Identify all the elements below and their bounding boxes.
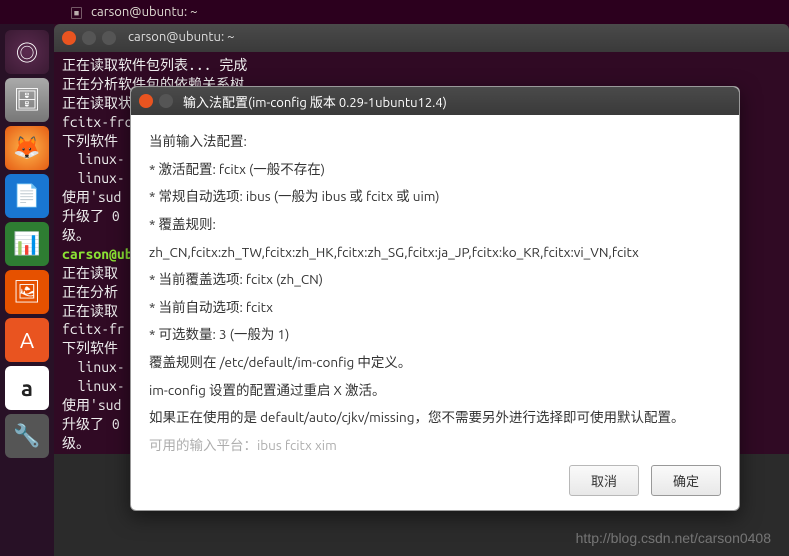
launcher-settings-icon[interactable]: 🔧 — [5, 414, 49, 458]
cancel-button[interactable]: 取消 — [569, 465, 639, 496]
terminal-titlebar[interactable]: carson@ubuntu: ~ — [54, 24, 789, 52]
ok-button[interactable]: 确定 — [651, 465, 721, 496]
launcher-dash-icon[interactable]: ◎ — [5, 30, 49, 74]
dialog-line: * 常规自动选项: ibus (一般为 ibus 或 fcitx 或 uim) — [149, 184, 721, 210]
launcher-impress-icon[interactable]: 🖼 — [5, 270, 49, 314]
top-panel-title: carson@ubuntu: ~ — [91, 5, 197, 19]
launcher-dock: ◎ 🗄 🦊 📄 📊 🖼 A a 🔧 >_ — [0, 24, 54, 556]
dialog-button-row: 取消 确定 — [131, 455, 739, 510]
dialog-titlebar[interactable]: 输入法配置(im-config 版本 0.29-1ubuntu12.4) — [131, 87, 739, 115]
dialog-line: * 当前覆盖选项: fcitx (zh_CN) — [149, 267, 721, 293]
top-panel: ▣ carson@ubuntu: ~ — [0, 0, 789, 24]
dialog-close-icon[interactable] — [139, 94, 153, 108]
dialog-line: * 可选数量: 3 (一般为 1) — [149, 322, 721, 348]
dialog-line: 可用的输入平台：ibus fcitx xim — [149, 433, 721, 455]
terminal-minimize-icon[interactable] — [82, 31, 96, 45]
dialog-body: 当前输入法配置:* 激活配置: fcitx (一般不存在)* 常规自动选项: i… — [131, 115, 739, 455]
dialog-line: zh_CN,fcitx:zh_TW,fcitx:zh_HK,fcitx:zh_S… — [149, 240, 721, 266]
dialog-line: 覆盖规则在 /etc/default/im-config 中定义。 — [149, 350, 721, 376]
terminal-title: carson@ubuntu: ~ — [128, 29, 234, 47]
launcher-amazon-icon[interactable]: a — [5, 366, 49, 410]
im-config-dialog: 输入法配置(im-config 版本 0.29-1ubuntu12.4) 当前输… — [130, 86, 740, 511]
dialog-minimize-icon[interactable] — [159, 94, 173, 108]
watermark-text: http://blog.csdn.net/carson0408 — [576, 530, 771, 546]
dialog-line: im-config 设置的配置通过重启 X 激活。 — [149, 378, 721, 404]
launcher-writer-icon[interactable]: 📄 — [5, 174, 49, 218]
launcher-files-icon[interactable]: 🗄 — [5, 78, 49, 122]
launcher-firefox-icon[interactable]: 🦊 — [5, 126, 49, 170]
dialog-line: * 激活配置: fcitx (一般不存在) — [149, 157, 721, 183]
dialog-line: 如果正在使用的是 default/auto/cjkv/missing，您不需要另… — [149, 405, 721, 431]
dialog-line: * 当前自动选项: fcitx — [149, 295, 721, 321]
terminal-indicator-icon: ▣ — [70, 3, 83, 22]
launcher-software-icon[interactable]: A — [5, 318, 49, 362]
terminal-maximize-icon[interactable] — [102, 31, 116, 45]
launcher-calc-icon[interactable]: 📊 — [5, 222, 49, 266]
terminal-close-icon[interactable] — [62, 31, 76, 45]
dialog-title: 输入法配置(im-config 版本 0.29-1ubuntu12.4) — [183, 92, 447, 111]
dialog-line: * 覆盖规则: — [149, 212, 721, 238]
dialog-line: 当前输入法配置: — [149, 129, 721, 155]
